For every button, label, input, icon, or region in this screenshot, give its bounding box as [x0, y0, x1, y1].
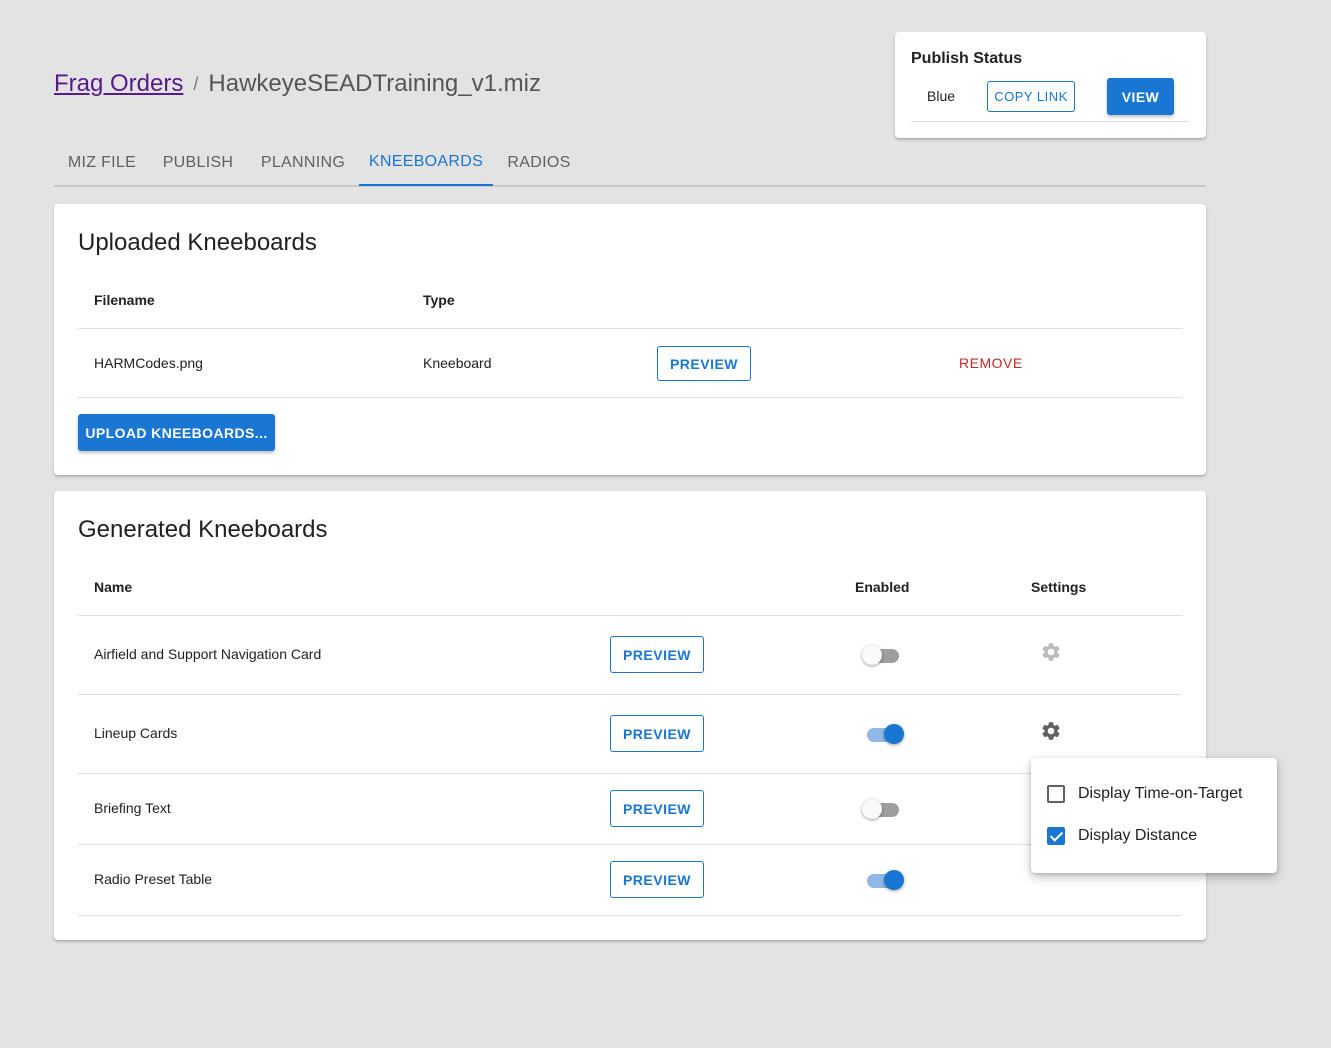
page-title: HawkeyeSEADTraining_v1.miz — [208, 70, 541, 97]
generated-kneeboards-title: Generated Kneeboards — [78, 516, 328, 543]
tab-planning[interactable]: PLANNING — [246, 140, 360, 186]
checkbox-display-distance[interactable] — [1047, 827, 1065, 845]
tab-radios[interactable]: RADIOS — [494, 140, 584, 186]
publish-team-label: Blue — [927, 88, 956, 104]
checkbox-display-time-on-target[interactable] — [1047, 785, 1065, 803]
divider — [78, 773, 1182, 774]
kneeboard-name: Briefing Text — [94, 800, 171, 816]
tab-kneeboards[interactable]: KNEEBOARDS — [359, 140, 493, 186]
option-display-time-on-target[interactable]: Display Time-on-Target — [1047, 782, 1243, 806]
uploaded-kneeboards-title: Uploaded Kneeboards — [78, 229, 317, 256]
enabled-toggle[interactable] — [864, 868, 904, 892]
tab-miz-file[interactable]: MIZ FILE — [54, 140, 150, 186]
kneeboard-type: Kneeboard — [423, 355, 492, 371]
column-header-enabled: Enabled — [855, 579, 910, 595]
preview-button[interactable]: PREVIEW — [610, 861, 704, 898]
remove-button[interactable]: REMOVE — [959, 355, 1023, 371]
preview-button[interactable]: PREVIEW — [657, 346, 751, 381]
column-header-filename: Filename — [94, 292, 155, 308]
enabled-toggle[interactable] — [864, 722, 904, 746]
kneeboard-name: Radio Preset Table — [94, 871, 213, 887]
breadcrumb: Frag Orders / HawkeyeSEADTraining_v1.miz — [54, 70, 541, 98]
gear-icon[interactable] — [1040, 641, 1062, 663]
publish-status-title: Publish Status — [911, 50, 1023, 67]
settings-popover: Display Time-on-Target Display Distance — [1031, 758, 1277, 873]
divider — [78, 615, 1182, 616]
upload-kneeboards-button[interactable]: UPLOAD KNEEBOARDS... — [78, 414, 275, 451]
toggle-thumb — [884, 724, 904, 744]
kneeboard-name: Lineup Cards — [94, 725, 178, 741]
breadcrumb-link-frag-orders[interactable]: Frag Orders — [54, 70, 183, 98]
divider — [78, 397, 1182, 398]
divider — [78, 694, 1182, 695]
divider — [78, 915, 1182, 916]
tab-publish[interactable]: PUBLISH — [150, 140, 246, 186]
toggle-thumb — [862, 645, 882, 665]
divider — [78, 844, 1182, 845]
breadcrumb-separator: / — [193, 73, 199, 94]
toggle-thumb — [862, 799, 882, 819]
option-label: Display Time-on-Target — [1078, 785, 1243, 802]
divider — [78, 328, 1182, 329]
publish-status-row: Blue COPY LINK VIEW — [911, 76, 1190, 122]
uploaded-kneeboards-card: Uploaded Kneeboards Filename Type HARMCo… — [54, 204, 1206, 475]
preview-button[interactable]: PREVIEW — [610, 636, 704, 673]
tab-bar: MIZ FILE PUBLISH PLANNING KNEEBOARDS RAD… — [54, 140, 1206, 187]
copy-link-button[interactable]: COPY LINK — [987, 81, 1075, 112]
kneeboard-filename: HARMCodes.png — [94, 355, 203, 371]
gear-icon[interactable] — [1040, 720, 1062, 742]
toggle-thumb — [884, 870, 904, 890]
option-label: Display Distance — [1078, 827, 1198, 844]
option-display-distance[interactable]: Display Distance — [1047, 824, 1197, 848]
publish-status-card: Publish Status Blue COPY LINK VIEW — [895, 32, 1206, 138]
column-header-name: Name — [94, 579, 133, 595]
kneeboard-name: Airfield and Support Navigation Card — [94, 646, 322, 662]
enabled-toggle[interactable] — [862, 797, 902, 821]
preview-button[interactable]: PREVIEW — [610, 790, 704, 827]
column-header-settings: Settings — [1031, 579, 1087, 595]
column-header-type: Type — [423, 292, 455, 308]
enabled-toggle[interactable] — [862, 643, 902, 667]
preview-button[interactable]: PREVIEW — [610, 715, 704, 752]
view-button[interactable]: VIEW — [1107, 78, 1174, 115]
